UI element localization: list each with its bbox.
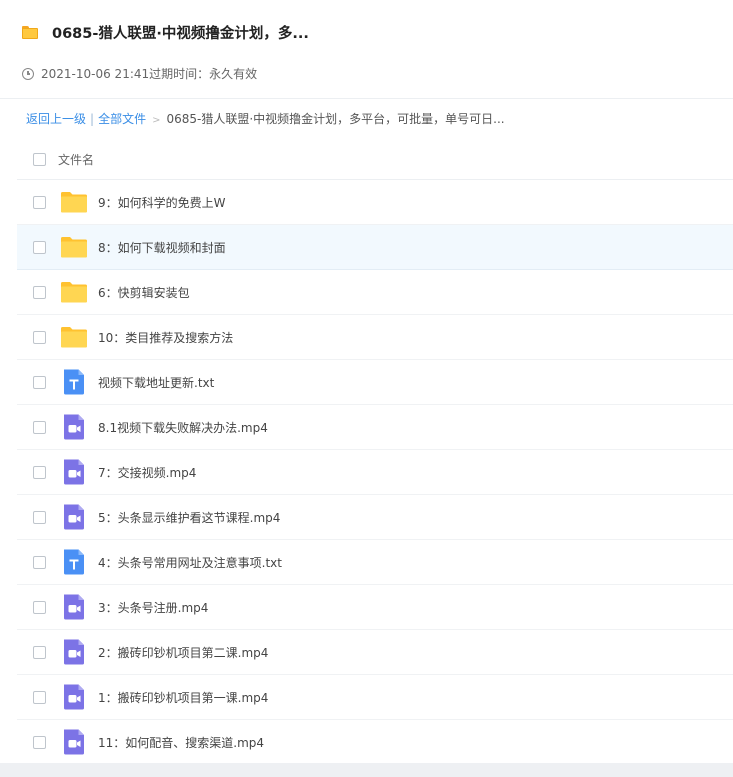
list-item[interactable]: 5：头条显示维护看这节课程.mp4 [17, 495, 733, 540]
folder-icon [60, 233, 88, 261]
clock-icon [22, 67, 34, 80]
breadcrumb-separator: | [90, 112, 95, 126]
list-item[interactable]: 3：头条号注册.mp4 [17, 585, 733, 630]
file-name[interactable]: 7：交接视频.mp4 [98, 464, 196, 481]
video-file-icon [60, 458, 88, 486]
list-item[interactable]: 11：如何配音、搜索渠道.mp4 [17, 720, 733, 765]
txt-file-icon [60, 548, 88, 576]
row-checkbox[interactable] [33, 555, 46, 569]
expire-value: 永久有效 [209, 67, 258, 81]
row-checkbox[interactable] [33, 375, 46, 389]
file-list: 9：如何科学的免费上W 8：如何下载视频和封面 6：快剪辑安装包 10：类目推荐… [17, 179, 733, 765]
file-name[interactable]: 视频下载地址更新.txt [98, 374, 214, 391]
txt-file-icon [60, 368, 88, 396]
list-item[interactable]: 10：类目推荐及搜索方法 [17, 315, 733, 360]
share-time: 2021-10-06 21:41 [41, 66, 150, 81]
expire-label: 过期时间： [149, 67, 210, 81]
folder-icon [60, 323, 88, 351]
list-item[interactable]: 8.1视频下载失败解决办法.mp4 [17, 405, 733, 450]
back-link[interactable]: 返回上一级 [26, 112, 86, 126]
file-name[interactable]: 8.1视频下载失败解决办法.mp4 [98, 419, 268, 436]
video-file-icon [60, 638, 88, 666]
bottom-strip [0, 763, 733, 777]
folder-icon [60, 278, 88, 306]
video-file-icon [60, 413, 88, 441]
list-item[interactable]: 7：交接视频.mp4 [17, 450, 733, 495]
share-meta: 2021-10-06 21:41 过期时间： 永久有效 [22, 65, 723, 82]
file-name[interactable]: 5：头条显示维护看这节课程.mp4 [98, 509, 280, 526]
list-header: 文件名 [17, 140, 733, 178]
video-file-icon [60, 503, 88, 531]
row-checkbox[interactable] [33, 465, 46, 479]
list-item[interactable]: 视频下载地址更新.txt [17, 360, 733, 405]
title-row: 0685-猎人联盟·中视频撸金计划，多... [22, 18, 723, 46]
file-name[interactable]: 9：如何科学的免费上W [98, 194, 226, 211]
row-checkbox[interactable] [33, 420, 46, 434]
list-item[interactable]: 9：如何科学的免费上W [17, 180, 733, 225]
folder-icon [60, 188, 88, 216]
row-checkbox[interactable] [33, 690, 46, 704]
row-checkbox[interactable] [33, 285, 46, 299]
file-name[interactable]: 8：如何下载视频和封面 [98, 239, 226, 256]
file-name[interactable]: 11：如何配音、搜索渠道.mp4 [98, 734, 264, 751]
list-item[interactable]: 4：头条号常用网址及注意事项.txt [17, 540, 733, 585]
list-item[interactable]: 2：搬砖印钞机项目第二课.mp4 [17, 630, 733, 675]
file-name[interactable]: 1：搬砖印钞机项目第一课.mp4 [98, 689, 268, 706]
row-checkbox[interactable] [33, 600, 46, 614]
share-panel: 0685-猎人联盟·中视频撸金计划，多... 2021-10-06 21:41 … [0, 0, 733, 765]
file-name[interactable]: 10：类目推荐及搜索方法 [98, 329, 233, 346]
video-file-icon [60, 683, 88, 711]
file-name[interactable]: 6：快剪辑安装包 [98, 284, 190, 301]
video-file-icon [60, 593, 88, 621]
row-checkbox[interactable] [33, 510, 46, 524]
file-name[interactable]: 4：头条号常用网址及注意事项.txt [98, 554, 282, 571]
list-item[interactable]: 8：如何下载视频和封面 [17, 225, 733, 270]
breadcrumb: 返回上一级 | 全部文件 >0685-猎人联盟·中视频撸金计划，多平台，可批量，单号可… [26, 110, 505, 127]
row-checkbox[interactable] [33, 735, 46, 749]
column-header-filename[interactable]: 文件名 [58, 151, 94, 168]
select-all-checkbox[interactable] [33, 152, 46, 166]
page-title: 0685-猎人联盟·中视频撸金计划，多... [52, 25, 309, 42]
row-checkbox[interactable] [33, 195, 46, 209]
file-name[interactable]: 2：搬砖印钞机项目第二课.mp4 [98, 644, 268, 661]
file-name[interactable]: 3：头条号注册.mp4 [98, 599, 208, 616]
video-file-icon [60, 728, 88, 756]
list-item[interactable]: 6：快剪辑安装包 [17, 270, 733, 315]
list-item[interactable]: 1：搬砖印钞机项目第一课.mp4 [17, 675, 733, 720]
breadcrumb-current: 0685-猎人联盟·中视频撸金计划，多平台，可批量，单号可日... [166, 112, 505, 126]
share-header: 0685-猎人联盟·中视频撸金计划，多... 2021-10-06 21:41 … [22, 18, 723, 88]
chevron-right-icon: > [152, 115, 161, 126]
row-checkbox[interactable] [33, 330, 46, 344]
row-checkbox[interactable] [33, 240, 46, 254]
all-files-link[interactable]: 全部文件 [98, 112, 146, 126]
divider [0, 98, 733, 99]
folder-icon [22, 25, 38, 39]
row-checkbox[interactable] [33, 645, 46, 659]
